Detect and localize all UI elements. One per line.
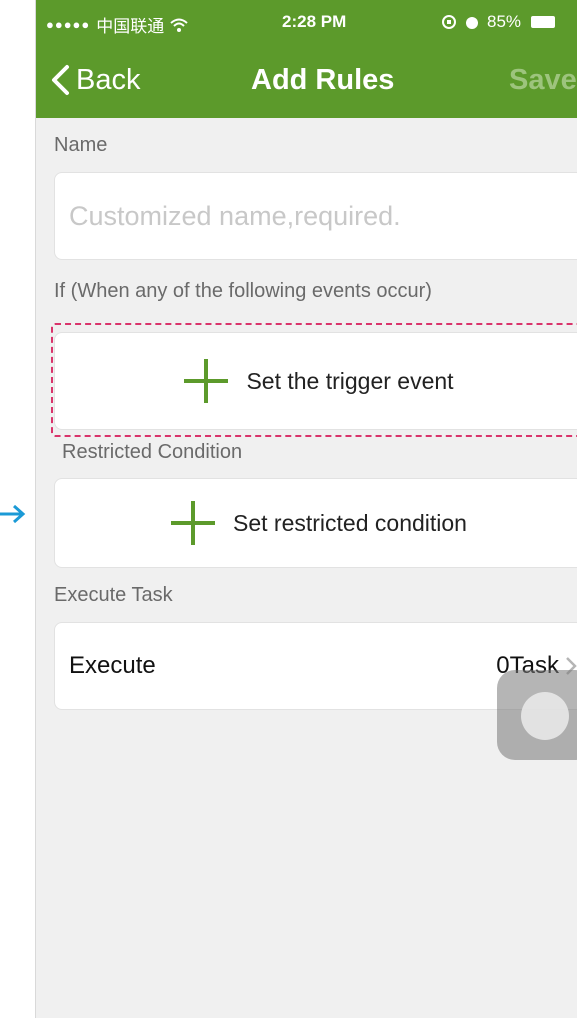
back-button[interactable]: Back — [50, 60, 140, 100]
phone-screen: ●●●●● 中国联通 2:28 PM 85% Back Add Rules Sa… — [35, 0, 577, 1018]
assistive-touch-button[interactable] — [497, 670, 577, 760]
set-restricted-condition-button[interactable]: Set restricted condition — [55, 479, 577, 567]
condition-card: Set restricted condition — [54, 478, 577, 568]
status-right: 85% — [441, 12, 556, 32]
plus-icon — [171, 501, 216, 545]
name-card — [54, 172, 577, 260]
top-bar: ●●●●● 中国联通 2:28 PM 85% Back Add Rules Sa… — [36, 0, 577, 118]
chevron-left-icon — [52, 65, 69, 95]
battery-icon — [531, 16, 556, 28]
plus-icon — [184, 359, 229, 403]
back-label: Back — [76, 63, 141, 96]
battery-percent: 85% — [487, 12, 522, 31]
set-restricted-condition-label: Set restricted condition — [233, 509, 467, 536]
execute-label: Execute — [69, 652, 156, 679]
status-time: 2:28 PM — [282, 12, 347, 31]
set-trigger-event-label: Set the trigger event — [246, 367, 454, 394]
carrier-name: 中国联通 — [96, 17, 165, 36]
name-input[interactable] — [55, 173, 577, 259]
screenshot-frame: ●●●●● 中国联通 2:28 PM 85% Back Add Rules Sa… — [0, 0, 577, 1018]
condition-section-label: Restricted Condition — [62, 441, 243, 463]
alarm-icon — [466, 17, 478, 29]
navigation-bar: Back Add Rules Save — [36, 50, 577, 112]
task-section-label: Execute Task — [54, 584, 173, 606]
set-trigger-event-button[interactable]: Set the trigger event — [55, 333, 577, 429]
annotation-arrow-icon — [0, 504, 26, 524]
page-title: Add Rules — [251, 64, 395, 96]
wifi-icon — [170, 18, 188, 32]
carrier-info: ●●●●● 中国联通 — [46, 12, 188, 37]
trigger-card: Set the trigger event — [54, 332, 577, 430]
orientation-lock-icon — [442, 15, 456, 29]
signal-icon: ●●●●● — [46, 17, 91, 32]
save-button[interactable]: Save — [509, 64, 577, 97]
if-section-label: If (When any of the following events occ… — [54, 280, 432, 302]
name-section-label: Name — [54, 134, 108, 156]
status-bar: ●●●●● 中国联通 2:28 PM 85% — [36, 0, 577, 44]
